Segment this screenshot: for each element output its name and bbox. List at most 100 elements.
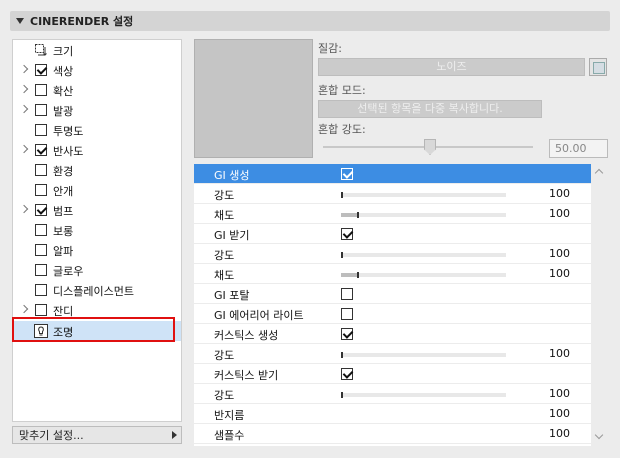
tree-item[interactable]: 조명 [13,321,181,341]
row-slider-handle[interactable] [341,252,343,258]
tree-item[interactable]: 반사도 [13,140,181,160]
tree-item[interactable]: 디스플레이스먼트 [13,280,181,300]
tree-item-label: 크기 [53,45,74,58]
section-header[interactable]: CINERENDER 설정 [10,11,610,31]
tree-item-checkbox[interactable] [35,144,47,156]
tree-item[interactable]: 색상 [13,60,181,80]
chevron-right-icon[interactable] [19,64,29,74]
tree-item[interactable]: 잔디 [13,300,181,320]
resize-icon [35,44,47,56]
tree-item-checkbox[interactable] [35,184,47,196]
row-value[interactable]: 100 [549,207,570,220]
row-slider-handle[interactable] [356,272,359,278]
row-label: GI 받기 [214,229,250,242]
tree-item-label: 범프 [53,205,74,218]
tree-item[interactable]: 보롱 [13,220,181,240]
row-slider[interactable] [341,392,506,398]
row-value[interactable]: 100 [549,407,570,420]
tree-item-checkbox[interactable] [35,64,47,76]
row-checkbox[interactable] [341,228,353,240]
table-row[interactable]: 강도 100 [194,184,591,204]
blend-strength-field[interactable]: 50.00 [549,139,608,158]
row-value[interactable]: 100 [549,347,570,360]
row-label: 샘플수 [214,429,245,442]
tree-item-checkbox[interactable] [35,264,47,276]
tree-item-label: 보롱 [53,225,74,238]
table-row[interactable]: 채도 100 [194,204,591,224]
row-label: GI 에어리어 라이트 [214,309,304,322]
tree-item-checkbox[interactable] [35,164,47,176]
table-row[interactable]: 강도 100 [194,344,591,364]
row-label: 커스틱스 생성 [214,329,279,342]
row-value[interactable]: 100 [549,187,570,200]
row-checkbox[interactable] [341,168,353,180]
row-slider[interactable] [341,192,506,198]
row-value[interactable]: 100 [549,247,570,260]
texture-picker-icon[interactable] [589,58,607,76]
tree-item-checkbox[interactable] [35,124,47,136]
table-row[interactable]: 커스틱스 생성 [194,324,591,344]
tree-item[interactable]: 확산 [13,80,181,100]
light-bulb-icon [34,324,48,338]
chevron-right-icon[interactable] [19,304,29,314]
row-slider[interactable] [341,252,506,258]
tree-item-checkbox[interactable] [35,224,47,236]
chevron-right-icon[interactable] [19,84,29,94]
row-value[interactable]: 100 [549,427,570,440]
table-row[interactable]: 샘플수 100 [194,424,591,444]
tree-item[interactable]: 크기 [13,40,181,60]
blend-strength-slider-thumb[interactable] [424,139,436,155]
table-row[interactable]: 커스틱스 받기 [194,364,591,384]
scroll-down-icon[interactable] [594,430,604,440]
scroll-up-icon[interactable] [594,168,604,178]
row-value[interactable]: 100 [549,387,570,400]
chevron-right-icon[interactable] [19,104,29,114]
texture-field[interactable]: 노이즈 [318,58,585,76]
table-row[interactable]: GI 생성 [194,164,591,184]
tree-item[interactable]: 범프 [13,200,181,220]
row-checkbox[interactable] [341,308,353,320]
tree-item-checkbox[interactable] [35,104,47,116]
light-settings-table: GI 생성 강도 100 채도 100 GI 받기 강도 100 채도 100 GI 포탈 GI 에어… [194,164,591,446]
row-checkbox[interactable] [341,328,353,340]
tree-item[interactable]: 발광 [13,100,181,120]
collapse-triangle-icon[interactable] [16,18,24,24]
tree-item-checkbox[interactable] [35,204,47,216]
row-slider-handle[interactable] [356,212,359,218]
row-slider-handle[interactable] [341,352,343,358]
tree-item-label: 디스플레이스먼트 [53,285,134,298]
table-row[interactable]: 반지름 100 [194,404,591,424]
row-label: 채도 [214,209,235,222]
row-checkbox[interactable] [341,368,353,380]
tree-item[interactable]: 알파 [13,240,181,260]
tree-item[interactable]: 글로우 [13,260,181,280]
table-row[interactable]: GI 포탈 [194,284,591,304]
row-checkbox[interactable] [341,288,353,300]
chevron-right-icon[interactable] [19,144,29,154]
table-row[interactable]: 강도 100 [194,244,591,264]
row-slider[interactable] [341,352,506,358]
row-label: GI 포탈 [214,289,250,302]
table-row[interactable]: GI 받기 [194,224,591,244]
fit-settings-button[interactable]: 맞추기 설정... [12,426,182,444]
tree-item-checkbox[interactable] [35,84,47,96]
chevron-right-icon [172,431,177,439]
tree-item-checkbox[interactable] [35,304,47,316]
tree-item[interactable]: 투명도 [13,120,181,140]
tree-item-checkbox[interactable] [35,244,47,256]
row-slider-handle[interactable] [341,392,343,398]
table-row[interactable]: 채도 100 [194,264,591,284]
chevron-right-icon[interactable] [19,204,29,214]
row-slider[interactable] [341,212,506,218]
tree-item[interactable]: 환경 [13,160,181,180]
table-scrollbar[interactable] [591,164,608,446]
tree-item[interactable]: 안개 [13,180,181,200]
row-slider[interactable] [341,272,506,278]
texture-label: 질감: [318,42,342,55]
tree-item-checkbox[interactable] [35,284,47,296]
table-row[interactable]: 강도 100 [194,384,591,404]
row-value[interactable]: 100 [549,267,570,280]
blend-mode-field[interactable]: 선택된 항목을 다중 복사합니다. [318,100,542,118]
row-slider-handle[interactable] [341,192,343,198]
table-row[interactable]: GI 에어리어 라이트 [194,304,591,324]
